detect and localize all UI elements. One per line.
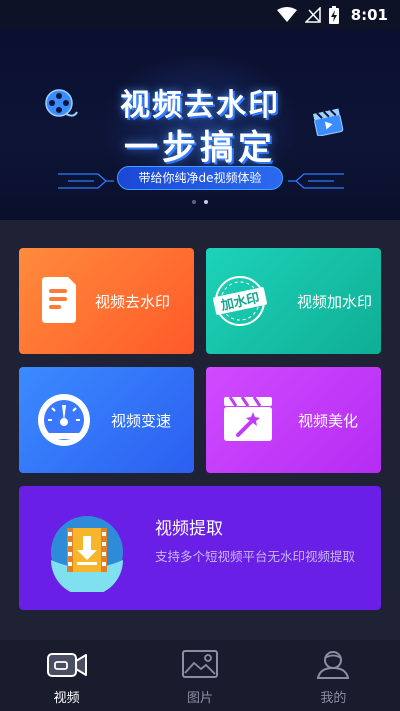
status-bar: 8:01 (0, 0, 400, 30)
stamp-icon: 加水印 (210, 275, 274, 331)
bottom-navigation: 视频 图片 我的 (0, 640, 400, 711)
video-beautify-label: 视频美化 (298, 412, 359, 430)
nav-label-video: 视频 (53, 691, 80, 706)
banner-subtitle: 一步搞定 (124, 128, 276, 168)
download-film-icon (47, 512, 127, 596)
nav-item-video[interactable]: 视频 (0, 640, 133, 711)
promo-banner[interactable]: 视频去水印 一步搞定 带给你纯净de视频体验 (0, 30, 400, 220)
battery-charging-icon (328, 6, 339, 24)
add-watermark-card[interactable]: 加水印 视频加水印 (206, 248, 381, 354)
nav-label-image: 图片 (186, 691, 213, 706)
video-beautify-card[interactable]: 视频美化 (206, 367, 381, 473)
video-extract-title: 视频提取 (155, 519, 223, 539)
add-watermark-label: 视频加水印 (297, 293, 373, 311)
nav-label-profile: 我的 (320, 691, 347, 706)
carousel-indicator (0, 200, 400, 204)
video-icon (46, 649, 88, 683)
video-extract-description: 支持多个短视频平台无水印视频提取 (155, 549, 356, 564)
video-speed-label: 视频变速 (111, 412, 172, 430)
carousel-dot-active[interactable] (204, 200, 208, 204)
speedometer-icon (35, 391, 93, 453)
nav-item-image[interactable]: 图片 (133, 640, 266, 711)
video-speed-card[interactable]: 视频变速 (19, 367, 194, 473)
image-icon (179, 649, 221, 683)
banner-tagline: 带给你纯净de视频体验 (117, 166, 283, 190)
decorative-lines (288, 170, 344, 196)
nav-item-profile[interactable]: 我的 (267, 640, 400, 711)
remove-watermark-card[interactable]: 视频去水印 (19, 248, 194, 354)
wifi-icon (276, 7, 297, 23)
no-signal-icon (304, 7, 321, 23)
video-extract-card[interactable]: 视频提取 支持多个短视频平台无水印视频提取 (19, 486, 381, 610)
document-icon (34, 275, 84, 329)
carousel-dot[interactable] (192, 200, 196, 204)
clapperboard-magic-icon (220, 393, 276, 449)
remove-watermark-label: 视频去水印 (95, 293, 171, 311)
banner-title: 视频去水印 (120, 88, 280, 123)
profile-icon (312, 649, 354, 683)
decorative-lines (58, 170, 114, 196)
clock: 8:01 (350, 6, 388, 24)
